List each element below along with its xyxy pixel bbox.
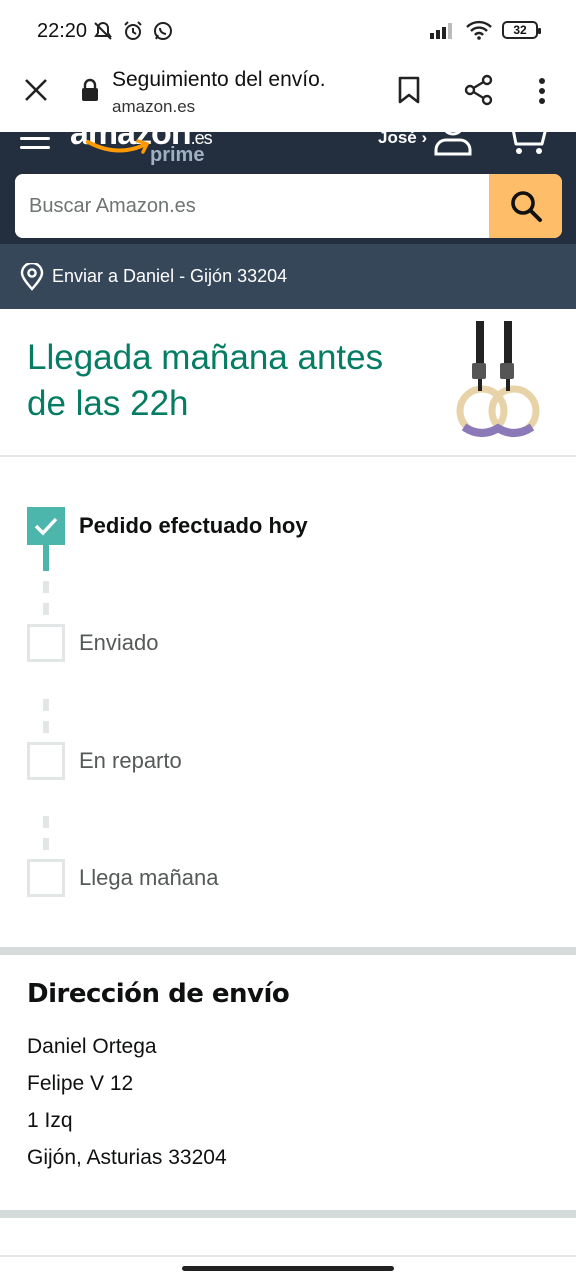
lock-icon [82,78,98,101]
shipping-address-heading: Dirección de envío [27,979,290,1009]
whatsapp-icon [154,22,172,40]
user-icon[interactable] [432,132,474,156]
battery-icon: 32 [502,21,541,39]
bookmark-icon[interactable] [396,75,422,105]
deliver-to-text: Enviar a Daniel - Gijón 33204 [52,266,288,286]
browser-toolbar: Seguimiento del envío. amazon.es [0,60,576,132]
alarm-icon [124,21,142,40]
address-line: Felipe V 12 [27,1072,134,1095]
section-divider [0,1210,576,1218]
prime-label: prime [150,144,205,166]
tracking-step: Pedido efectuado hoy [27,507,308,545]
step-label: Pedido efectuado hoy [79,513,308,538]
page-url[interactable]: amazon.es [112,97,195,117]
amazon-smile-icon [86,139,150,154]
progress-connector [43,543,49,571]
amazon-header: amazon.es prime José › [0,132,576,244]
divider [0,1255,576,1257]
shipping-address-section: Dirección de envío Daniel Ortega Felipe … [0,955,576,1210]
step-label: En reparto [79,748,182,773]
hamburger-menu-icon[interactable] [20,132,52,150]
deliver-to-bar[interactable]: Enviar a Daniel - Gijón 33204 [0,244,576,309]
account-name[interactable]: José › [378,132,427,148]
step-checkbox [27,742,65,780]
search-input[interactable] [15,174,489,238]
home-indicator[interactable] [182,1266,394,1271]
status-left-icons [92,20,174,42]
shipment-tracker: Pedido efectuado hoy Enviado En reparto … [0,457,576,947]
more-options-icon[interactable] [532,76,552,106]
checkmark-icon [34,517,58,536]
step-label: Llega mañana [79,865,219,890]
step-checkbox [27,624,65,662]
cart-icon[interactable] [504,132,548,156]
address-line: Gijón, Asturias 33204 [27,1146,227,1169]
section-divider [0,947,576,955]
battery-level: 32 [513,23,527,37]
progress-connector [43,581,49,625]
address-line: Daniel Ortega [27,1035,157,1058]
close-icon[interactable] [22,76,50,104]
tracking-step: Enviado [27,624,159,662]
search-bar [15,174,562,238]
status-bar: 22:20 32 [0,0,576,60]
signal-icon [430,23,452,39]
tracking-step: Llega mañana [27,859,218,897]
wifi-icon [466,20,492,40]
share-icon[interactable] [464,74,494,106]
address-line: 1 Izq [27,1109,73,1132]
status-right-icons: 32 [430,20,541,40]
progress-connector [43,816,49,860]
step-checkbox-checked [27,507,65,545]
arrival-title: Llegada mañana antes de las 22h [27,338,384,423]
arrival-section: Llegada mañana antes de las 22h [0,309,576,457]
progress-connector [43,699,49,743]
location-pin-icon [20,262,44,291]
product-image[interactable] [446,317,558,443]
page-title: Seguimiento del envío. [112,68,326,91]
search-icon [510,191,542,222]
step-label: Enviado [79,630,159,655]
mute-notifications-icon [94,21,112,40]
step-checkbox [27,859,65,897]
tracking-step: En reparto [27,742,182,780]
search-button[interactable] [489,174,562,238]
status-time: 22:20 [37,20,88,42]
